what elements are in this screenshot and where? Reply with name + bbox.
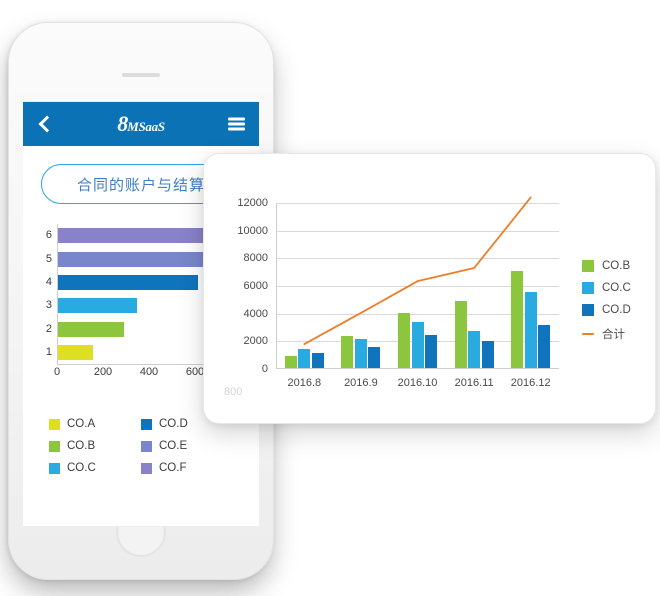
ghost-axis-label: 800 [224, 386, 243, 398]
phone-bar-fill [58, 344, 93, 360]
legend-line-icon [582, 332, 594, 336]
legend-swatch-icon [582, 304, 594, 316]
legend-item[interactable]: CO.C [582, 282, 631, 294]
legend-label: 合计 [602, 329, 625, 341]
phone-bar [58, 344, 93, 360]
chart-y-tick-label: 12000 [237, 197, 268, 209]
phone-bar [58, 321, 124, 337]
legend-label: CO.B [602, 260, 631, 272]
legend-label: CO.C [67, 462, 96, 474]
chart-y-tick-label: 8000 [243, 252, 268, 265]
legend-swatch-icon [141, 462, 152, 474]
app-logo: 8MSaaS [117, 111, 165, 137]
chart-y-tick-label: 6000 [243, 280, 268, 292]
legend-swatch-icon [582, 260, 594, 272]
legend-label: CO.D [159, 418, 188, 430]
phone-bar-category-label: 4 [45, 275, 52, 288]
chart-x-tick-label: 2016.10 [397, 377, 438, 389]
phone-bar-category-label: 3 [45, 299, 52, 312]
phone-bar-fill [58, 274, 199, 290]
screenshot-stage: 8MSaaS 合同的账户与结算 123456 0 200 400 600 CO.A CO… [0, 0, 660, 596]
phone-bar [58, 298, 138, 314]
hamburger-menu-icon[interactable] [228, 117, 245, 131]
phone-bar-category-label: 6 [45, 229, 52, 242]
chart-card: 0 2000 4000 6000 8000 10000 12000 2016.8 2016.9 2… [203, 153, 656, 424]
legend-label: CO.C [602, 282, 631, 294]
legend-label: CO.D [602, 304, 631, 316]
legend-swatch-icon [49, 418, 60, 430]
chart-y-tick-label: 10000 [237, 224, 268, 237]
legend-swatch-icon [141, 440, 152, 452]
phone-bar-fill [58, 321, 124, 337]
legend-item[interactable]: CO.E [141, 440, 219, 452]
chart-x-tick-label: 2016.9 [344, 377, 378, 389]
chart-plot-area: 0 2000 4000 6000 8000 10000 12000 2016.8 2016.9 2… [237, 196, 559, 389]
phone-bar-category-label: 2 [45, 322, 52, 335]
legend-item[interactable]: 合计 [582, 326, 631, 342]
phone-bar [58, 228, 226, 244]
chart-x-tick-label: 2016.11 [454, 377, 494, 389]
legend-label: CO.E [159, 440, 188, 452]
legend-item[interactable]: CO.F [141, 462, 219, 474]
phone-bar [58, 274, 199, 290]
legend-item[interactable]: CO.B [49, 440, 127, 452]
phone-bar-category-label: 5 [45, 252, 52, 265]
chart-y-tick-label: 4000 [243, 307, 268, 320]
chart-legend: CO.B CO.C CO.D 合计 [582, 260, 631, 352]
legend-swatch-icon [141, 418, 152, 430]
phone-x-tick-label: 400 [139, 366, 159, 378]
grouped-bar-chart: 0 2000 4000 6000 8000 10000 12000 2016.8 2016.9 2… [204, 154, 655, 423]
phone-bar-fill [58, 228, 226, 244]
chart-x-tick-label: 2016.12 [510, 377, 551, 389]
chart-total-line [303, 196, 532, 346]
phone-x-tick-label: 200 [93, 366, 113, 378]
phone-x-tick-label: 0 [53, 366, 61, 378]
legend-item[interactable]: CO.A [49, 418, 127, 430]
phone-bar-fill [58, 251, 219, 267]
phone-bar [58, 251, 219, 267]
legend-swatch-icon [582, 282, 594, 294]
legend-item[interactable]: CO.C [49, 462, 127, 474]
legend-label: CO.B [67, 440, 96, 452]
phone-bar-fill [58, 298, 138, 314]
legend-item[interactable]: CO.D [582, 304, 631, 316]
phone-speaker [122, 73, 160, 77]
legend-label: CO.A [67, 418, 96, 430]
app-header: 8MSaaS [23, 102, 259, 146]
app-logo-number: 8 [117, 111, 128, 136]
chart-y-tick-label: 0 [261, 363, 268, 375]
chart-x-tick-label: 2016.8 [287, 377, 322, 389]
chart-y-tick-label: 2000 [243, 335, 268, 348]
phone-bar-category-label: 1 [45, 345, 52, 358]
app-logo-text: MSaaS [127, 119, 165, 134]
phone-chart-legend: CO.A CO.D CO.B CO.E CO.C CO.F [49, 418, 239, 474]
legend-swatch-icon [49, 462, 60, 474]
chevron-left-icon[interactable] [37, 117, 51, 131]
legend-item[interactable]: CO.B [582, 260, 631, 272]
legend-swatch-icon [49, 440, 60, 452]
legend-label: CO.F [159, 462, 187, 474]
phone-x-tick-label: 600 [185, 366, 205, 378]
